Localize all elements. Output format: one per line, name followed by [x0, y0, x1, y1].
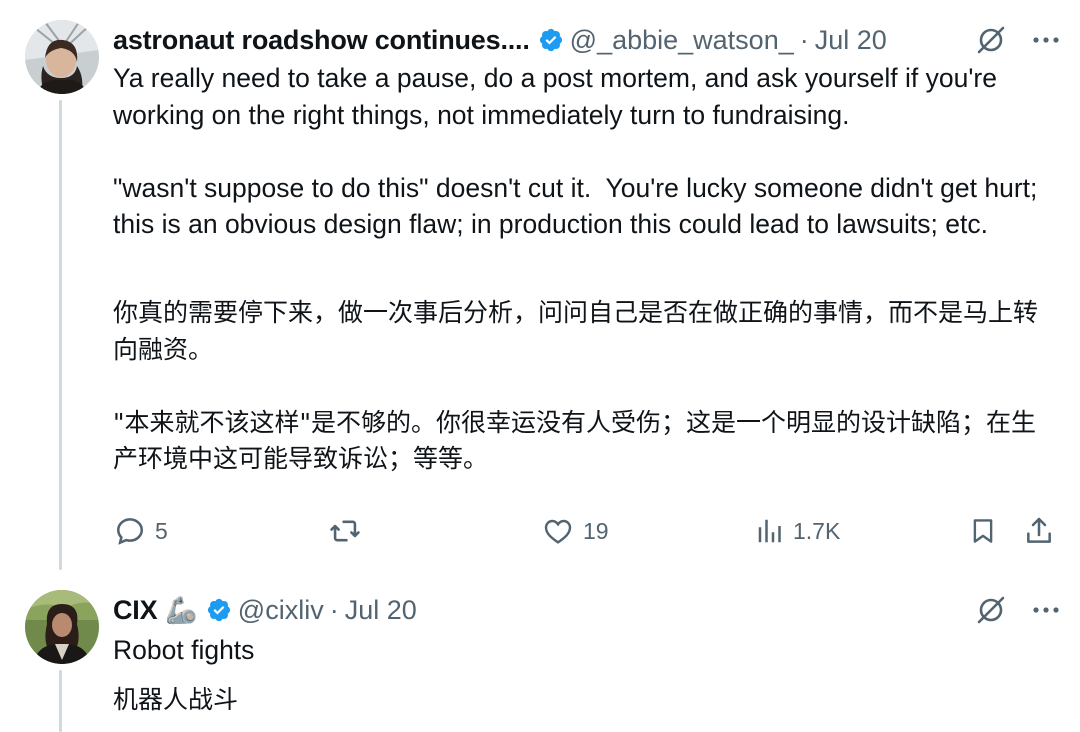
- grok-icon[interactable]: [975, 24, 1007, 56]
- tweet-top-actions: [975, 24, 1059, 56]
- views-count: 1.7K: [793, 517, 841, 544]
- separator-dot: ·: [799, 25, 809, 55]
- avatar-image: [25, 20, 99, 94]
- tweet-translation: 你真的需要停下来，做一次事后分析，问问自己是否在做正确的事情，而不是马上转向融资…: [113, 298, 1039, 473]
- avatar[interactable]: [25, 590, 99, 664]
- reply-icon: [116, 518, 144, 545]
- more-icon[interactable]: [1033, 36, 1059, 44]
- tweet-top-actions: [975, 594, 1059, 626]
- verified-badge-icon: [206, 597, 232, 623]
- mechanical-arm-emoji: 🦾: [165, 595, 198, 625]
- tweet-actions: 5 19 1.7K: [113, 512, 1058, 550]
- bookmark-button[interactable]: [968, 512, 998, 550]
- verified-badge-icon: [538, 27, 564, 53]
- tweet-date[interactable]: Jul 20: [345, 594, 417, 626]
- share-icon: [1027, 517, 1051, 543]
- author-handle[interactable]: @_abbie_watson_: [570, 24, 794, 56]
- tweet-header: CIX 🦾 @cixliv · Jul 20: [113, 594, 417, 626]
- like-icon: [544, 519, 572, 544]
- more-icon[interactable]: [1033, 606, 1059, 614]
- author-name[interactable]: astronaut roadshow continues....: [113, 24, 530, 56]
- grok-icon[interactable]: [975, 594, 1007, 626]
- retweet-icon: [330, 520, 360, 542]
- reply-count: 5: [155, 517, 168, 544]
- separator-dot: ·: [329, 595, 339, 625]
- bookmark-icon: [973, 519, 993, 543]
- like-count: 19: [583, 517, 609, 544]
- tweet-date[interactable]: Jul 20: [815, 24, 887, 56]
- reply-button[interactable]: 5: [113, 512, 168, 550]
- share-button[interactable]: [1023, 512, 1055, 550]
- avatar[interactable]: [25, 20, 99, 94]
- views-icon: [758, 519, 781, 543]
- author-name[interactable]: CIX: [113, 594, 158, 626]
- tweet-translation: 机器人战斗: [113, 685, 239, 714]
- thread-connector: [59, 670, 62, 732]
- thread-connector: [59, 100, 62, 570]
- tweet-header: astronaut roadshow continues.... @_abbie…: [113, 24, 887, 56]
- tweet-text: Ya really need to take a pause, do a pos…: [113, 63, 1038, 239]
- avatar-image: [25, 590, 99, 664]
- views-button[interactable]: 1.7K: [755, 512, 840, 550]
- author-handle[interactable]: @cixliv: [238, 594, 324, 626]
- like-button[interactable]: 19: [541, 512, 609, 550]
- tweet-text: Robot fights: [113, 635, 255, 665]
- retweet-button[interactable]: [327, 512, 363, 550]
